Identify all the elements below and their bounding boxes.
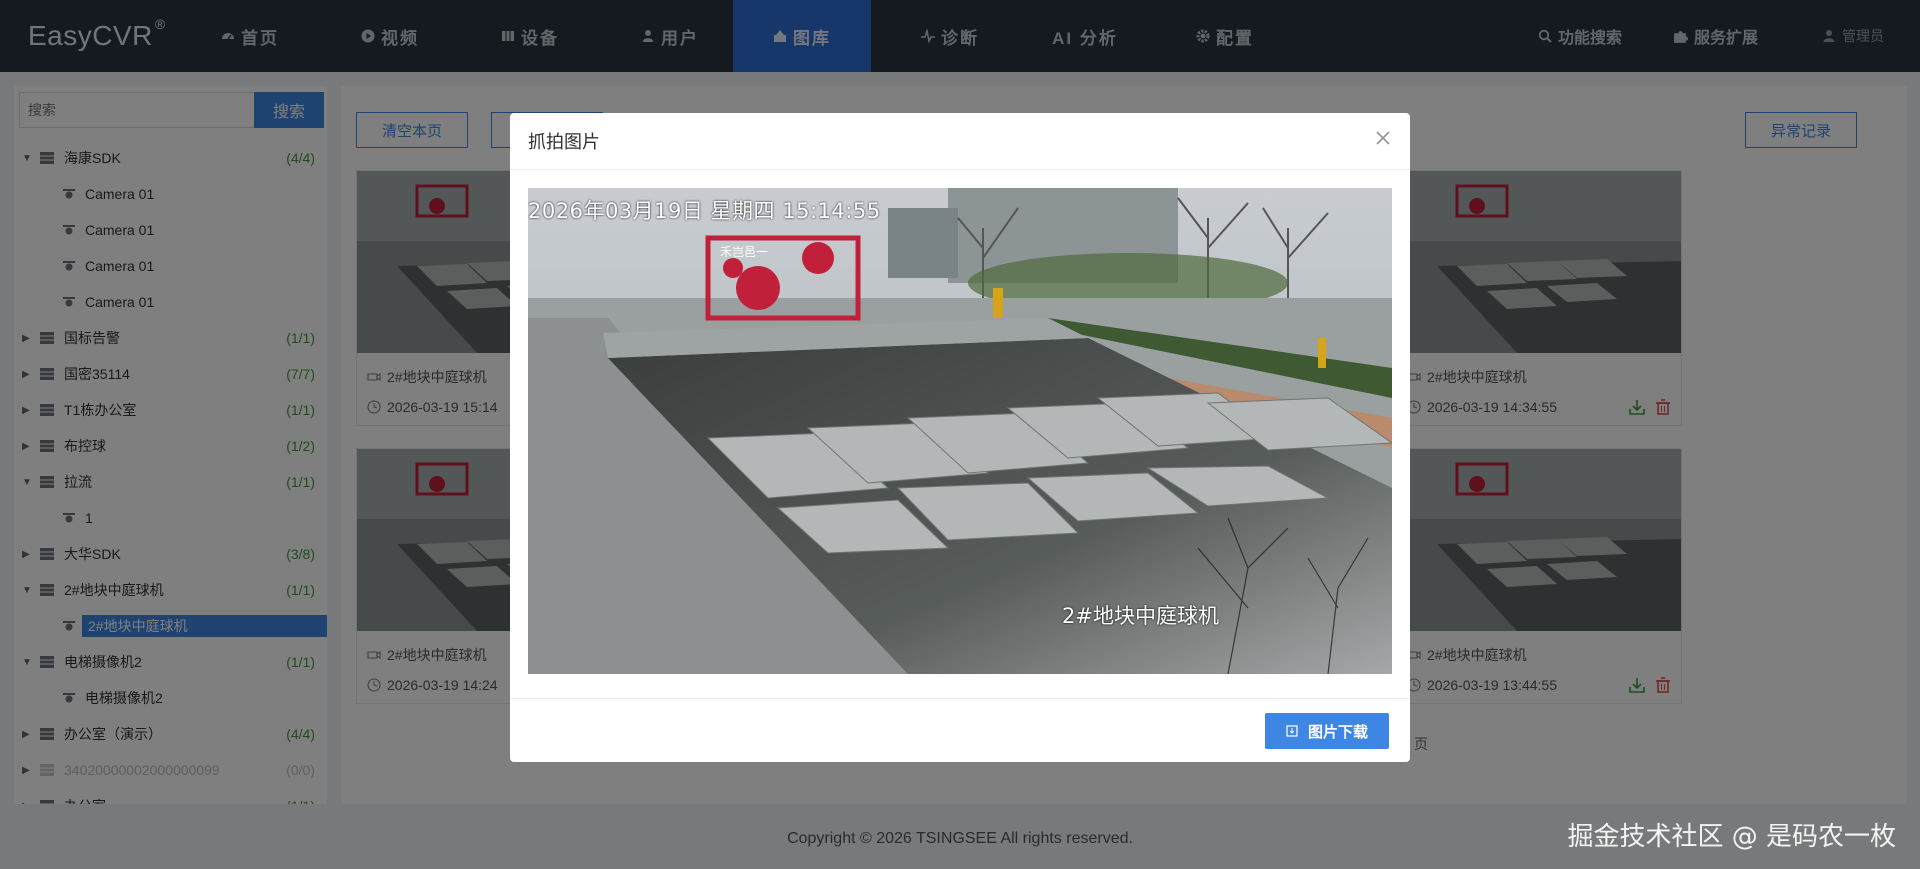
watermark-text: 掘金技术社区 @ 是码农一枚	[1567, 822, 1896, 852]
dialog-header-divider	[510, 169, 1410, 170]
sign-text: 禾岂邑一	[720, 245, 768, 259]
close-icon[interactable]	[1372, 127, 1394, 149]
download-image-button[interactable]: 图片下载	[1265, 713, 1389, 749]
dialog-title: 抓拍图片	[528, 132, 600, 152]
download-icon	[1286, 725, 1298, 737]
snapshot-dialog: 抓拍图片 禾岂邑一 2026年03月19日 星期四 15:14:55 2#地块中…	[510, 113, 1410, 762]
snapshot-image: 禾岂邑一 2026年03月19日 星期四 15:14:55 2#地块中庭球机	[528, 188, 1392, 674]
osd-camera-name: 2#地块中庭球机	[1062, 604, 1219, 628]
osd-timestamp: 2026年03月19日 星期四 15:14:55	[528, 199, 881, 223]
dialog-footer-divider	[510, 698, 1410, 699]
plaza-scene: 禾岂邑一	[528, 188, 1392, 674]
